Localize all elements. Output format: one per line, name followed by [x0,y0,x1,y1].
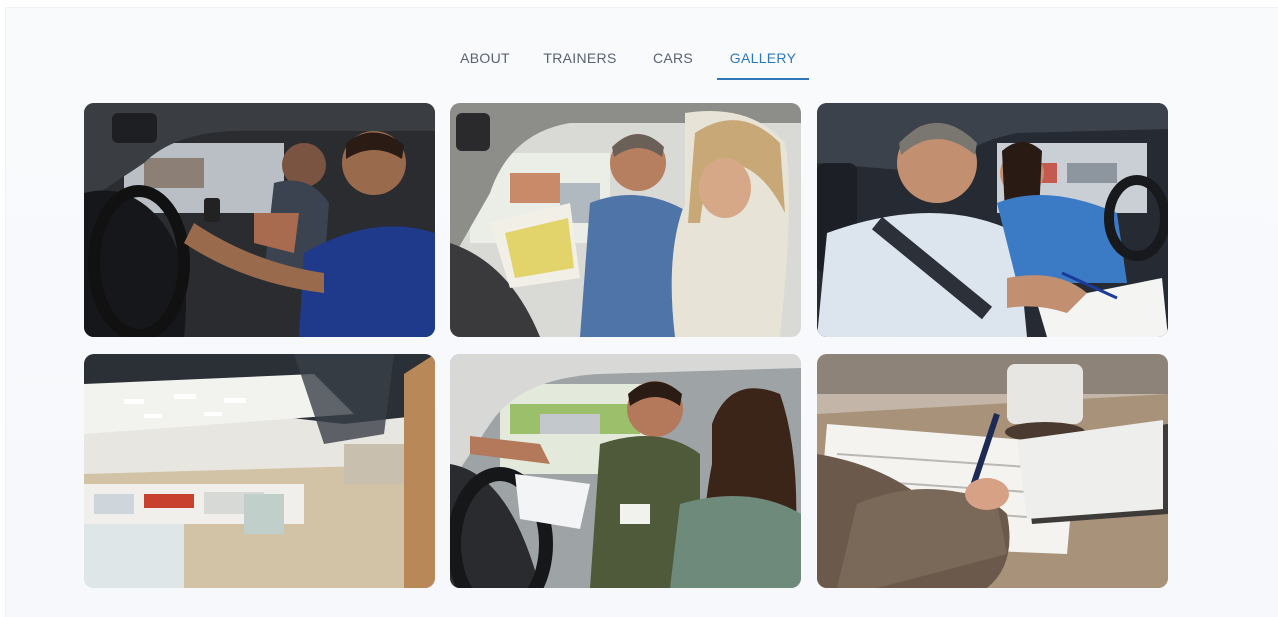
tab-trainers[interactable]: TRAINERS [542,46,618,80]
tab-gallery[interactable]: GALLERY [722,46,804,80]
tab-about[interactable]: ABOUT [458,46,512,80]
instructor-grading-driver-photo [817,103,1168,337]
active-tab-indicator [717,78,809,80]
instructor-pointing-road-photo [450,354,801,588]
gallery-photo-5[interactable] [450,354,801,588]
gallery-photo-4[interactable] [84,354,435,588]
instructor-with-teen-driver-photo [84,103,435,337]
tab-cars[interactable]: CARS [650,46,696,80]
instructor-reviewing-notes-with-student-photo [450,103,801,337]
section-tabs: ABOUT TRAINERS CARS GALLERY [6,46,1278,86]
gallery-photo-1[interactable] [84,103,435,337]
gallery-photo-2[interactable] [450,103,801,337]
gallery-photo-3[interactable] [817,103,1168,337]
gallery-photo-6[interactable] [817,354,1168,588]
page-panel: ABOUT TRAINERS CARS GALLERY [6,8,1278,617]
office-interior-photo [84,354,435,588]
writing-notes-with-coffee-photo [817,354,1168,588]
